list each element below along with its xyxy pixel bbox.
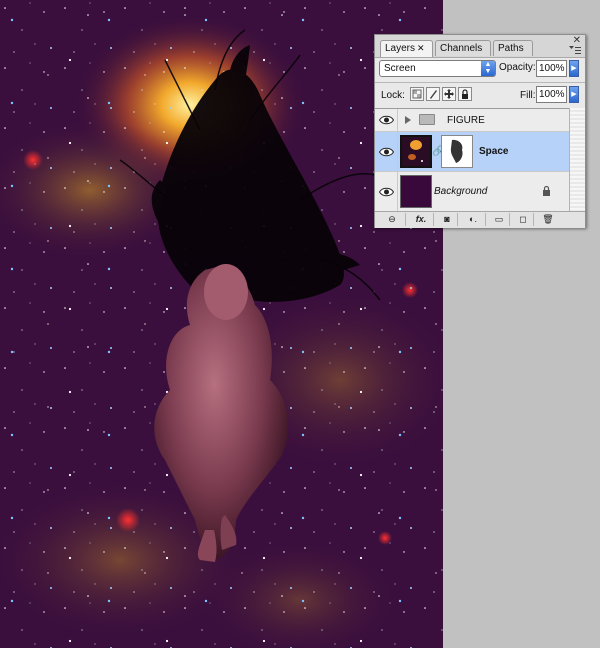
layer-row-background[interactable]: Background — [375, 172, 569, 212]
brush-icon — [430, 90, 437, 99]
layer-thumbnail — [400, 135, 432, 168]
divider — [375, 82, 585, 83]
tab-layers-label: Layers — [385, 43, 416, 54]
blend-mode-select[interactable]: Screen ▲ ▼ — [379, 60, 496, 77]
eye-icon[interactable] — [378, 114, 395, 126]
mask-thumbnail-image — [442, 136, 472, 167]
blend-mode-value: Screen — [384, 63, 416, 74]
lock-image-pixels-button[interactable] — [426, 87, 440, 101]
panel-tab-bar: Layers ✕ Channels Paths ✕ — [375, 35, 585, 58]
trash-icon[interactable]: 🗑 — [537, 213, 559, 226]
layer-name: Background — [434, 186, 488, 197]
tab-layers[interactable]: Layers ✕ — [380, 40, 433, 57]
layer-row-space[interactable]: 🔗 Space — [375, 132, 569, 172]
opacity-label: Opacity: — [499, 62, 536, 73]
lock-all-button[interactable] — [458, 87, 472, 101]
layer-thumbnail — [400, 175, 432, 208]
opacity-slider-button[interactable]: ▶ — [569, 60, 579, 77]
close-icon[interactable]: ✕ — [573, 36, 581, 46]
link-layers-icon[interactable]: ⊖ — [379, 213, 406, 226]
layer-name: FIGURE — [447, 115, 485, 126]
layer-name: Space — [479, 146, 509, 157]
panel-menu-icon[interactable] — [569, 46, 581, 55]
fill-input[interactable]: 100% — [536, 86, 567, 103]
layer-list-scrollbar[interactable] — [569, 108, 585, 211]
space-thumbnail-image — [402, 137, 430, 166]
tab-channels[interactable]: Channels — [435, 40, 491, 56]
move-icon — [444, 89, 454, 99]
add-mask-icon[interactable]: ◙ — [437, 213, 458, 226]
lock-position-button[interactable] — [442, 87, 456, 101]
fill-label: Fill: — [520, 90, 536, 101]
tab-close-icon[interactable]: ✕ — [417, 43, 425, 53]
checkerboard-icon — [412, 89, 422, 99]
layers-panel: Layers ✕ Channels Paths ✕ Screen ▲ ▼ Opaci… — [374, 34, 586, 228]
expand-arrow-icon[interactable] — [405, 116, 411, 124]
opacity-input[interactable]: 100% — [536, 60, 567, 77]
layer-row-figure[interactable]: FIGURE — [375, 109, 569, 132]
tab-paths-label: Paths — [498, 43, 524, 54]
new-layer-icon[interactable]: ◻ — [513, 213, 534, 226]
new-group-icon[interactable]: ▭ — [489, 213, 510, 226]
padlock-icon — [462, 89, 468, 99]
tab-paths[interactable]: Paths — [493, 40, 533, 56]
adjustment-layer-icon[interactable]: ◐. — [461, 213, 486, 226]
scroll-track — [570, 108, 585, 211]
layer-list: FIGURE 🔗 Space Background — [375, 108, 569, 212]
tab-channels-label: Channels — [440, 43, 483, 54]
lock-label: Lock: — [381, 90, 405, 101]
mask-thumbnail[interactable] — [441, 135, 473, 168]
eye-icon[interactable] — [378, 146, 395, 158]
eye-icon[interactable] — [378, 186, 395, 198]
folder-icon — [419, 114, 435, 125]
lock-transparent-pixels-button[interactable] — [410, 87, 424, 101]
layer-style-icon[interactable]: fx. — [409, 213, 434, 226]
lock-icon — [543, 185, 550, 196]
fill-slider-button[interactable]: ▶ — [569, 86, 579, 103]
panel-footer: ⊖ fx. ◙ ◐. ▭ ◻ 🗑 — [375, 211, 585, 228]
select-arrows-icon: ▲ ▼ — [481, 61, 495, 76]
